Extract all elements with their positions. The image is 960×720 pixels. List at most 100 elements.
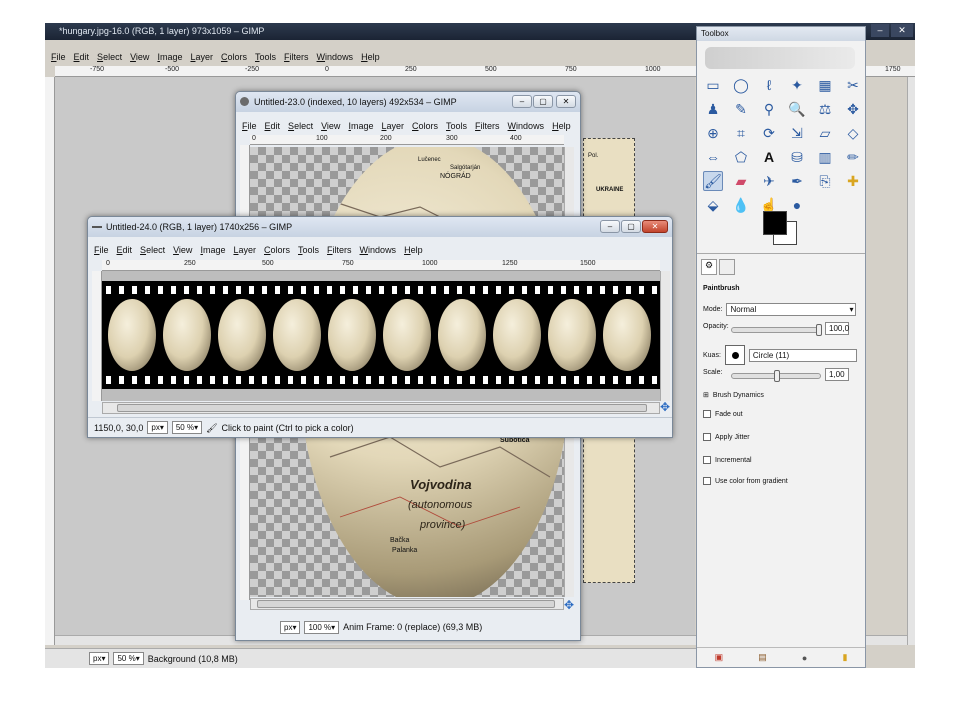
cage-icon[interactable]: ⬠ [731,147,751,167]
window24-unit-select[interactable]: px▾ [147,421,168,434]
window23-zoom-select[interactable]: 100 %▾ [304,620,340,634]
airbrush-icon[interactable]: ✈ [759,171,779,191]
window24-zoom-select[interactable]: 50 %▾ [171,421,203,434]
menu-filters[interactable]: Filters [284,50,309,64]
main-zoom-select[interactable]: 50 %▾ [113,652,144,665]
window23-maximize-button[interactable]: ▢ [533,95,553,108]
scale-icon[interactable]: ⇲ [787,123,807,143]
menu-select[interactable]: Select [140,243,165,257]
scale-slider-knob[interactable] [774,370,780,382]
paths-icon[interactable]: ✎ [731,99,751,119]
save-options-icon[interactable]: ▣ [715,652,724,663]
menu-select[interactable]: Select [288,119,313,133]
menu-filters[interactable]: Filters [327,243,352,257]
brush-preview[interactable] [724,345,745,365]
scroll-thumb[interactable] [257,600,555,608]
menu-help[interactable]: Help [361,50,380,64]
clone-icon[interactable]: ⎘ [815,171,835,191]
ink-icon[interactable]: ✒ [787,171,807,191]
tool-options-tab[interactable]: ⚙ [701,259,717,275]
shear-icon[interactable]: ▱ [815,123,835,143]
crop-icon[interactable]: ⌗ [731,123,751,143]
measure-icon[interactable]: ⚖ [815,99,835,119]
menu-edit[interactable]: Edit [74,50,90,64]
menu-colors[interactable]: Colors [264,243,290,257]
menu-layer[interactable]: Layer [381,119,404,133]
perspective-clone-icon[interactable]: ⬙ [703,195,723,215]
delete-options-icon[interactable]: ● [802,653,807,663]
menu-image[interactable]: Image [348,119,373,133]
menu-file[interactable]: File [51,50,66,64]
window24-close-button[interactable]: ✕ [642,220,668,233]
paintbrush-icon[interactable]: 🖌 [703,171,723,191]
incremental-option[interactable]: Incremental [703,456,752,464]
pencil-icon[interactable]: ✏ [843,147,863,167]
menu-tools[interactable]: Tools [255,50,276,64]
foreground-select-icon[interactable]: ♟ [703,99,723,119]
menu-view[interactable]: View [173,243,192,257]
reset-options-icon[interactable]: ▮ [842,652,847,663]
color-picker-icon[interactable]: ⚲ [759,99,779,119]
blend-icon[interactable]: ▥ [815,147,835,167]
select-by-color-icon[interactable]: ▦ [815,75,835,95]
gradient-color-checkbox[interactable] [703,477,711,485]
scale-slider[interactable] [731,370,821,382]
move-icon[interactable]: ✥ [843,99,863,119]
gradient-color-option[interactable]: Use color from gradient [703,477,788,485]
close-button[interactable]: ✕ [891,24,913,37]
menu-image[interactable]: Image [157,50,182,64]
navigate-icon[interactable]: ✥ [660,400,670,414]
menu-windows[interactable]: Windows [317,50,354,64]
window24-vertical-scrollbar[interactable] [660,271,670,401]
zoom-icon[interactable]: 🔍 [787,99,807,119]
window24-minimize-button[interactable]: – [600,220,620,233]
eraser-icon[interactable]: ▰ [731,171,751,191]
scroll-thumb[interactable] [117,404,647,412]
align-icon[interactable]: ⊕ [703,123,723,143]
rotate-icon[interactable]: ⟳ [759,123,779,143]
menu-image[interactable]: Image [200,243,225,257]
blur-icon[interactable]: 💧 [731,195,751,215]
fade-out-option[interactable]: Fade out [703,410,743,418]
minimize-button[interactable]: – [871,24,889,37]
menu-layer[interactable]: Layer [233,243,256,257]
navigate-icon[interactable]: ✥ [564,598,574,612]
ellipse-select-icon[interactable]: ◯ [731,75,751,95]
text-icon[interactable]: A [759,147,779,167]
menu-colors[interactable]: Colors [412,119,438,133]
window23-close-button[interactable]: ✕ [556,95,576,108]
perspective-icon[interactable]: ◇ [843,123,863,143]
opacity-slider[interactable] [731,324,822,336]
window23-horizontal-scrollbar[interactable] [250,598,564,610]
window24-canvas[interactable] [102,271,660,401]
apply-jitter-checkbox[interactable] [703,433,711,441]
menu-windows[interactable]: Windows [508,119,545,133]
window23-minimize-button[interactable]: – [512,95,532,108]
brush-dynamics-row[interactable]: ⊞ Brush Dynamics [703,391,764,400]
menu-view[interactable]: View [321,119,340,133]
menu-help[interactable]: Help [552,119,571,133]
window23-unit-select[interactable]: px▾ [280,620,301,634]
menu-tools[interactable]: Tools [446,119,467,133]
main-unit-select[interactable]: px▾ [89,652,110,665]
fade-out-checkbox[interactable] [703,410,711,418]
window24-maximize-button[interactable]: ▢ [621,220,641,233]
menu-edit[interactable]: Edit [117,243,133,257]
dodge-burn-icon[interactable]: ● [787,195,807,215]
menu-layer[interactable]: Layer [190,50,213,64]
main-vertical-scrollbar[interactable] [907,77,915,645]
menu-file[interactable]: File [242,119,257,133]
restore-options-icon[interactable]: ▤ [758,652,767,663]
menu-filters[interactable]: Filters [475,119,500,133]
menu-windows[interactable]: Windows [360,243,397,257]
heal-icon[interactable]: ✚ [843,171,863,191]
menu-edit[interactable]: Edit [265,119,281,133]
fuzzy-select-icon[interactable]: ✦ [787,75,807,95]
menu-file[interactable]: File [94,243,109,257]
brush-name-field[interactable]: Circle (11) [748,348,857,362]
lasso-icon[interactable]: ℓ [759,75,779,95]
apply-jitter-option[interactable]: Apply Jitter [703,433,750,441]
flip-icon[interactable]: ⇔ [703,147,723,167]
menu-help[interactable]: Help [404,243,423,257]
device-status-tab[interactable] [719,259,735,275]
